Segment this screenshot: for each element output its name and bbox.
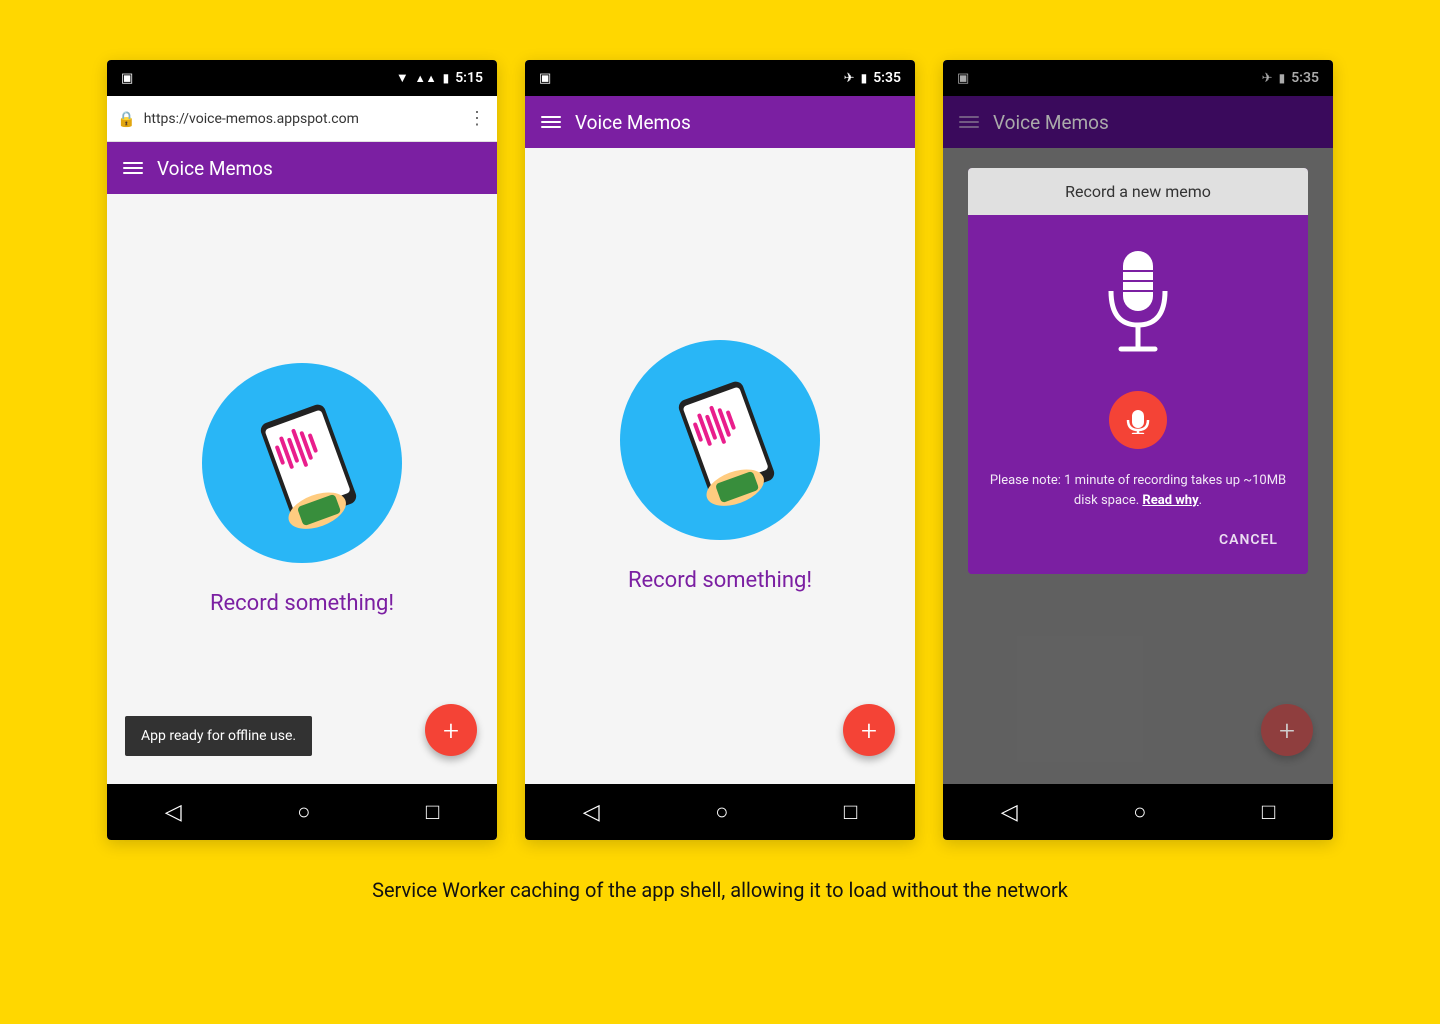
caption: Service Worker caching of the app shell,… — [372, 876, 1068, 904]
phone-1: ▣ ▼ ▲▲ ▮ 5:15 🔒 https://voice-memos.apps… — [107, 60, 497, 840]
dialog-body: Please note: 1 minute of recording takes… — [968, 215, 1308, 574]
battery-icon-3: ▮ — [1279, 71, 1286, 85]
battery-icon-2: ▮ — [861, 71, 868, 85]
screenshots-row: ▣ ▼ ▲▲ ▮ 5:15 🔒 https://voice-memos.apps… — [107, 60, 1333, 840]
fab-2[interactable]: + — [843, 704, 895, 756]
home-button-2[interactable]: ○ — [715, 799, 728, 825]
app-title-3: Voice Memos — [993, 111, 1109, 134]
status-bar-1: ▣ ▼ ▲▲ ▮ 5:15 — [107, 60, 497, 96]
overflow-menu-icon[interactable]: ⋮ — [468, 108, 487, 129]
airplane-icon-3: ✈ — [1262, 71, 1273, 86]
phone-2: ▣ ✈ ▮ 5:35 Voice Memos — [525, 60, 915, 840]
cancel-button[interactable]: CANCEL — [1215, 524, 1282, 556]
hamburger-menu-icon-2[interactable] — [541, 116, 561, 128]
phone-content-1: Record something! App ready for offline … — [107, 194, 497, 784]
url-text[interactable]: https://voice-memos.appspot.com — [144, 111, 460, 127]
illustration-svg-1 — [222, 383, 382, 543]
phone-content-2: Record something! + — [525, 148, 915, 784]
dialog-box: Record a new memo — [968, 168, 1308, 574]
snackbar: App ready for offline use. — [125, 716, 312, 756]
dialog-note: Please note: 1 minute of recording takes… — [988, 471, 1288, 510]
app-bar-2: Voice Memos — [525, 96, 915, 148]
time-2: 5:35 — [873, 70, 901, 86]
recents-button-2[interactable]: □ — [844, 799, 857, 825]
sim-icon: ▣ — [121, 71, 133, 86]
time-3: 5:35 — [1291, 70, 1319, 86]
record-label-2: Record something! — [628, 568, 812, 593]
app-title-1: Voice Memos — [157, 157, 273, 180]
dialog-overlay: Record a new memo — [943, 148, 1333, 784]
mic-large-icon — [1093, 243, 1183, 367]
nav-bar-3: ◁ ○ □ — [943, 784, 1333, 840]
phone-content-3: Record a new memo — [943, 148, 1333, 784]
airplane-icon-2: ✈ — [844, 71, 855, 86]
hamburger-menu-icon[interactable] — [123, 162, 143, 174]
home-button-1[interactable]: ○ — [297, 799, 310, 825]
lock-icon: 🔒 — [117, 110, 136, 128]
back-button-2[interactable]: ◁ — [583, 800, 600, 825]
record-illustration-2 — [620, 340, 820, 540]
fab-1[interactable]: + — [425, 704, 477, 756]
sim-icon-3: ▣ — [957, 71, 969, 86]
read-why-link[interactable]: Read why — [1142, 493, 1198, 508]
back-button-1[interactable]: ◁ — [165, 800, 182, 825]
status-bar-2: ▣ ✈ ▮ 5:35 — [525, 60, 915, 96]
status-bar-3: ▣ ✈ ▮ 5:35 — [943, 60, 1333, 96]
recents-button-1[interactable]: □ — [426, 799, 439, 825]
signal-icon: ▲▲ — [415, 72, 437, 85]
battery-icon-1: ▮ — [443, 71, 450, 85]
dialog-title: Record a new memo — [968, 168, 1308, 215]
time-1: 5:15 — [455, 70, 483, 86]
illustration-svg-2 — [640, 360, 800, 520]
sim-icon-2: ▣ — [539, 71, 551, 86]
record-illustration-1 — [202, 363, 402, 563]
phone-3: ▣ ✈ ▮ 5:35 Voice Memos Record a new memo — [943, 60, 1333, 840]
back-button-3[interactable]: ◁ — [1001, 800, 1018, 825]
wifi-icon: ▼ — [396, 70, 409, 86]
hamburger-menu-icon-3 — [959, 116, 979, 128]
app-bar-3: Voice Memos — [943, 96, 1333, 148]
record-button[interactable] — [1109, 391, 1167, 449]
nav-bar-2: ◁ ○ □ — [525, 784, 915, 840]
url-bar: 🔒 https://voice-memos.appspot.com ⋮ — [107, 96, 497, 142]
recents-button-3[interactable]: □ — [1262, 799, 1275, 825]
app-bar-1: Voice Memos — [107, 142, 497, 194]
fab-3[interactable]: + — [1261, 704, 1313, 756]
record-label-1: Record something! — [210, 591, 394, 616]
home-button-3[interactable]: ○ — [1133, 799, 1146, 825]
nav-bar-1: ◁ ○ □ — [107, 784, 497, 840]
app-title-2: Voice Memos — [575, 111, 691, 134]
